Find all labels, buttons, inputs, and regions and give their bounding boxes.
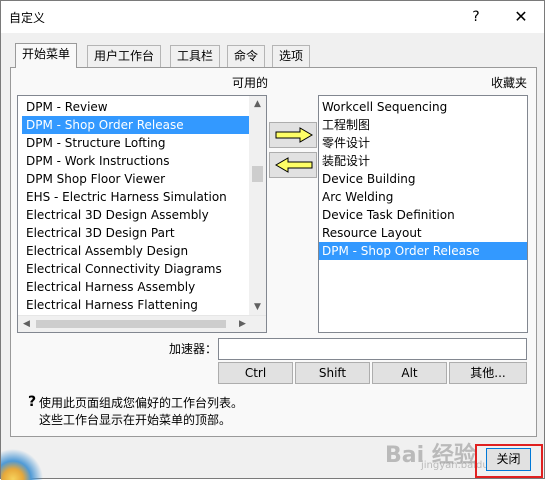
title-bar: 自定义 ? ✕	[1, 1, 544, 33]
available-label: 可用的	[232, 76, 269, 90]
scroll-right-icon[interactable]: ▶	[234, 316, 251, 332]
decorative-glow	[1, 449, 45, 480]
favorites-label: 收藏夹	[491, 76, 528, 90]
list-item[interactable]: DPM - Review	[22, 98, 250, 116]
scroll-down-icon[interactable]: ▼	[249, 299, 266, 316]
list-item[interactable]: EHS - Electric Harness Simulation	[22, 188, 250, 206]
accelerator-label: 加速器：	[169, 342, 218, 356]
close-window-button[interactable]: ✕	[498, 1, 544, 33]
accelerator-input[interactable]	[218, 338, 527, 360]
tab-start-menu[interactable]: 开始菜单	[15, 43, 78, 68]
list-item[interactable]: DPM - Work Instructions	[22, 152, 250, 170]
list-item[interactable]: Resource Layout	[319, 224, 527, 242]
other-button[interactable]: 其他...	[449, 362, 527, 384]
remove-from-favorites-button[interactable]	[269, 152, 317, 178]
scroll-up-icon[interactable]: ▲	[249, 96, 266, 113]
list-item-selected[interactable]: DPM - Shop Order Release	[22, 116, 250, 134]
list-item-selected[interactable]: DPM - Shop Order Release	[319, 242, 527, 260]
list-item[interactable]: DPM Shop Floor Viewer	[22, 170, 250, 188]
help-button[interactable]: ?	[453, 1, 499, 33]
list-item[interactable]: Device Building	[319, 170, 527, 188]
tab-toolbars[interactable]: 工具栏	[170, 45, 221, 67]
list-item[interactable]: Electrical Harness Flattening	[22, 296, 250, 314]
scroll-thumb[interactable]	[36, 320, 226, 328]
arrow-left-icon	[275, 157, 313, 173]
available-list[interactable]: DPM - Review DPM - Shop Order Release DP…	[17, 95, 267, 333]
close-button[interactable]: 关闭	[486, 448, 531, 471]
list-item[interactable]: 工程制图	[319, 116, 527, 134]
list-item[interactable]: DPM - Structure Lofting	[22, 134, 250, 152]
vertical-scrollbar[interactable]: ▲ ▼	[249, 96, 266, 316]
scroll-left-icon[interactable]: ◀	[18, 316, 35, 332]
list-item[interactable]: Arc Welding	[319, 188, 527, 206]
customize-dialog: 自定义 ? ✕ 开始菜单 用户工作台 工具栏 命令 选项 可用的 收藏夹 DPM…	[0, 0, 545, 480]
add-to-favorites-button[interactable]	[269, 122, 317, 148]
alt-button[interactable]: Alt	[372, 362, 447, 384]
favorites-list[interactable]: Workcell Sequencing 工程制图 零件设计 装配设计 Devic…	[318, 95, 528, 333]
help-text-line-1: 使用此页面组成您偏好的工作台列表。	[39, 396, 244, 410]
list-item[interactable]: Electrical Harness Assembly	[22, 278, 250, 296]
tab-options[interactable]: 选项	[272, 45, 311, 67]
ctrl-button[interactable]: Ctrl	[218, 362, 293, 384]
scroll-thumb[interactable]	[252, 166, 263, 182]
question-icon: ?	[28, 394, 37, 410]
list-item[interactable]: 零件设计	[319, 134, 527, 152]
tab-user-workbench[interactable]: 用户工作台	[87, 45, 162, 67]
help-text-line-2: 这些工作台显示在开始菜单的顶部。	[39, 413, 232, 427]
arrow-right-icon	[275, 127, 313, 143]
tab-commands[interactable]: 命令	[227, 45, 266, 67]
window-title: 自定义	[9, 11, 46, 25]
list-item[interactable]: Electrical Assembly Design	[22, 242, 250, 260]
list-item[interactable]: Electrical 3D Design Assembly	[22, 206, 250, 224]
list-item[interactable]: Device Task Definition	[319, 206, 527, 224]
shift-button[interactable]: Shift	[295, 362, 370, 384]
list-item[interactable]: Workcell Sequencing	[319, 98, 527, 116]
list-item[interactable]: Electrical Connectivity Diagrams	[22, 260, 250, 278]
list-item[interactable]: 装配设计	[319, 152, 527, 170]
horizontal-scrollbar[interactable]: ◀ ▶	[18, 315, 266, 332]
list-item[interactable]: Electrical 3D Design Part	[22, 224, 250, 242]
